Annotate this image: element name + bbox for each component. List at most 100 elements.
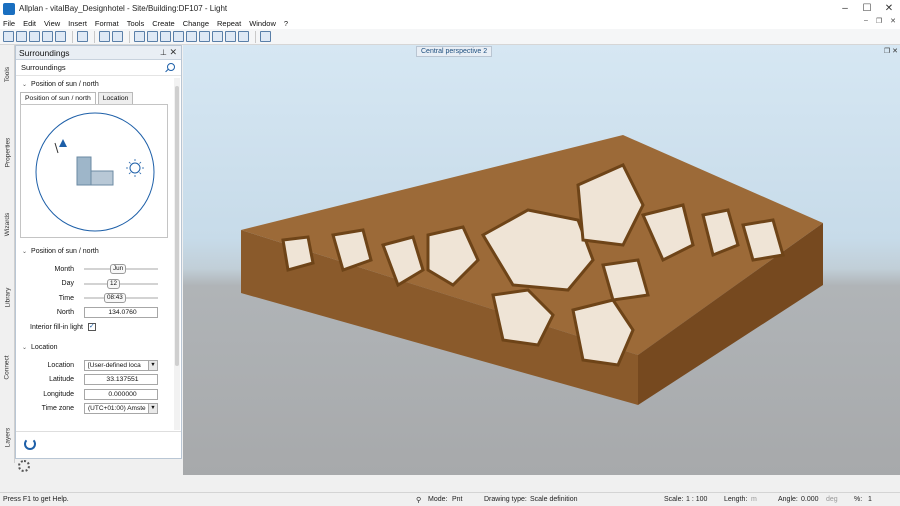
- open-project-icon[interactable]: [16, 31, 27, 42]
- menu-window[interactable]: Window: [249, 19, 276, 28]
- surroundings-panel: Surroundings ⊥ ✕ Surroundings ⌄ Position…: [15, 45, 182, 459]
- percent-value[interactable]: 1: [868, 496, 872, 503]
- section-location-header[interactable]: ⌄ Location: [16, 340, 175, 354]
- section-sun-north-2-header[interactable]: ⌄ Position of sun / north: [16, 244, 175, 258]
- format-icon[interactable]: [160, 31, 171, 42]
- property-icon[interactable]: [173, 31, 184, 42]
- menu-tools[interactable]: Tools: [127, 19, 145, 28]
- menu-view[interactable]: View: [44, 19, 60, 28]
- sidetab-properties[interactable]: Properties: [0, 117, 15, 187]
- menu-bar: File Edit View Insert Format Tools Creat…: [0, 17, 900, 29]
- viewport-window-controls[interactable]: ❐ ✕: [884, 47, 898, 55]
- copy-icon[interactable]: [212, 31, 223, 42]
- menu-insert[interactable]: Insert: [68, 19, 87, 28]
- menu-format[interactable]: Format: [95, 19, 119, 28]
- menu-help[interactable]: ?: [284, 19, 288, 28]
- month-slider-thumb[interactable]: Jun: [110, 264, 127, 275]
- slider-track: [84, 282, 158, 285]
- minimize-button[interactable]: –: [834, 0, 856, 17]
- print-icon[interactable]: [42, 31, 53, 42]
- longitude-row: Longitude 0.000000: [16, 387, 175, 402]
- print-preview-icon[interactable]: [55, 31, 66, 42]
- sun-icon[interactable]: [129, 162, 141, 174]
- reset-icon[interactable]: [24, 438, 36, 450]
- latitude-label: Latitude: [49, 376, 74, 384]
- perspective-viewport[interactable]: Central perspective 2 ❐ ✕: [183, 45, 900, 475]
- month-slider[interactable]: Jun: [84, 264, 158, 275]
- plot-icon[interactable]: [147, 31, 158, 42]
- north-arrow-icon[interactable]: [59, 139, 67, 147]
- zoom-icon[interactable]: [260, 31, 271, 42]
- mouse-cursor-icon: [54, 142, 59, 154]
- save-icon[interactable]: [29, 31, 40, 42]
- day-slider[interactable]: 12: [84, 278, 158, 289]
- mode-value[interactable]: Pnt: [452, 496, 463, 503]
- close-button[interactable]: ✕: [878, 0, 900, 17]
- window-tile-icon[interactable]: [225, 31, 236, 42]
- scale-value[interactable]: 1 : 100: [686, 496, 707, 503]
- location-select[interactable]: [User-defined loca ▼: [84, 359, 158, 371]
- maximize-button[interactable]: ☐: [856, 0, 878, 17]
- interior-light-checkbox[interactable]: ✓: [87, 323, 96, 331]
- time-slider[interactable]: 08:43: [84, 293, 158, 304]
- new-file-icon[interactable]: [3, 31, 14, 42]
- interior-light-row: Interior fill-in light ✓: [16, 320, 175, 334]
- doc-minimize-button[interactable]: –: [864, 17, 868, 25]
- tab-location[interactable]: Location: [97, 92, 134, 104]
- cut-icon[interactable]: [77, 31, 88, 42]
- angle-value[interactable]: 0.000: [801, 496, 819, 503]
- allplan-logo-icon: [3, 2, 15, 15]
- window-title: Allplan - vitalBay_Designhotel - Site/Bu…: [19, 4, 228, 13]
- sun-rays: [126, 159, 144, 177]
- panel-close-icon[interactable]: ✕: [169, 47, 177, 58]
- undo-icon[interactable]: [99, 31, 110, 42]
- layer-icon[interactable]: [134, 31, 145, 42]
- redo-icon[interactable]: [112, 31, 123, 42]
- sidetab-connect[interactable]: Connect: [0, 340, 15, 395]
- north-field[interactable]: 134.0760: [84, 307, 158, 319]
- sidetab-tools[interactable]: Tools: [0, 47, 15, 102]
- mode-icon: ⚲: [416, 497, 422, 504]
- gear-icon[interactable]: [18, 460, 30, 472]
- timezone-select[interactable]: (UTC+01:00) Amste ▼: [84, 403, 158, 415]
- sidetab-library[interactable]: Library: [0, 270, 15, 325]
- menu-edit[interactable]: Edit: [23, 19, 36, 28]
- location-label: Location: [47, 361, 74, 369]
- doc-restore-button[interactable]: ❐: [876, 17, 882, 25]
- tab-position-of-sun[interactable]: Position of sun / north: [20, 92, 96, 104]
- building-footprint-icon: [90, 170, 114, 186]
- section-sun-north-header[interactable]: ⌄ Position of sun / north: [16, 77, 175, 91]
- day-slider-thumb[interactable]: 12: [107, 278, 121, 289]
- chevron-down-icon: ⌄: [22, 248, 28, 255]
- pin-icon[interactable]: ⊥: [160, 48, 167, 57]
- menu-create[interactable]: Create: [152, 19, 175, 28]
- viewport-title[interactable]: Central perspective 2: [416, 46, 493, 57]
- menu-change[interactable]: Change: [183, 19, 209, 28]
- section-title: Location: [31, 343, 58, 351]
- panel-scrollbar[interactable]: [174, 78, 180, 430]
- latitude-field[interactable]: 33.137551: [84, 374, 158, 386]
- chevron-down-icon[interactable]: ▼: [148, 404, 157, 414]
- chevron-down-icon: ⌄: [22, 81, 28, 88]
- tools-icon[interactable]: [186, 31, 197, 42]
- sun-position-diagram[interactable]: [20, 104, 168, 238]
- sun-tabs: Position of sun / north Location: [16, 92, 175, 104]
- menu-file[interactable]: File: [3, 19, 15, 28]
- search-icon[interactable]: [167, 63, 175, 71]
- dock-strip: [0, 475, 900, 492]
- 3d-view-icon[interactable]: [238, 31, 249, 42]
- doc-close-button[interactable]: ✕: [890, 17, 896, 25]
- chevron-down-icon[interactable]: ▼: [148, 360, 157, 370]
- delete-icon[interactable]: [199, 31, 210, 42]
- toolbar-separator: [94, 30, 95, 43]
- sidetab-wizards[interactable]: Wizards: [0, 197, 15, 252]
- north-row: North 134.0760: [16, 306, 175, 321]
- toolbar: [0, 29, 900, 45]
- longitude-field[interactable]: 0.000000: [84, 388, 158, 400]
- drawing-type-value[interactable]: Scale definition: [530, 496, 577, 503]
- scrollbar-thumb[interactable]: [175, 86, 179, 366]
- doc-window-controls: – ❐ ✕: [864, 17, 896, 25]
- time-slider-thumb[interactable]: 08:43: [104, 293, 126, 304]
- menu-repeat[interactable]: Repeat: [217, 19, 241, 28]
- sidetab-layers[interactable]: Layers: [0, 410, 15, 465]
